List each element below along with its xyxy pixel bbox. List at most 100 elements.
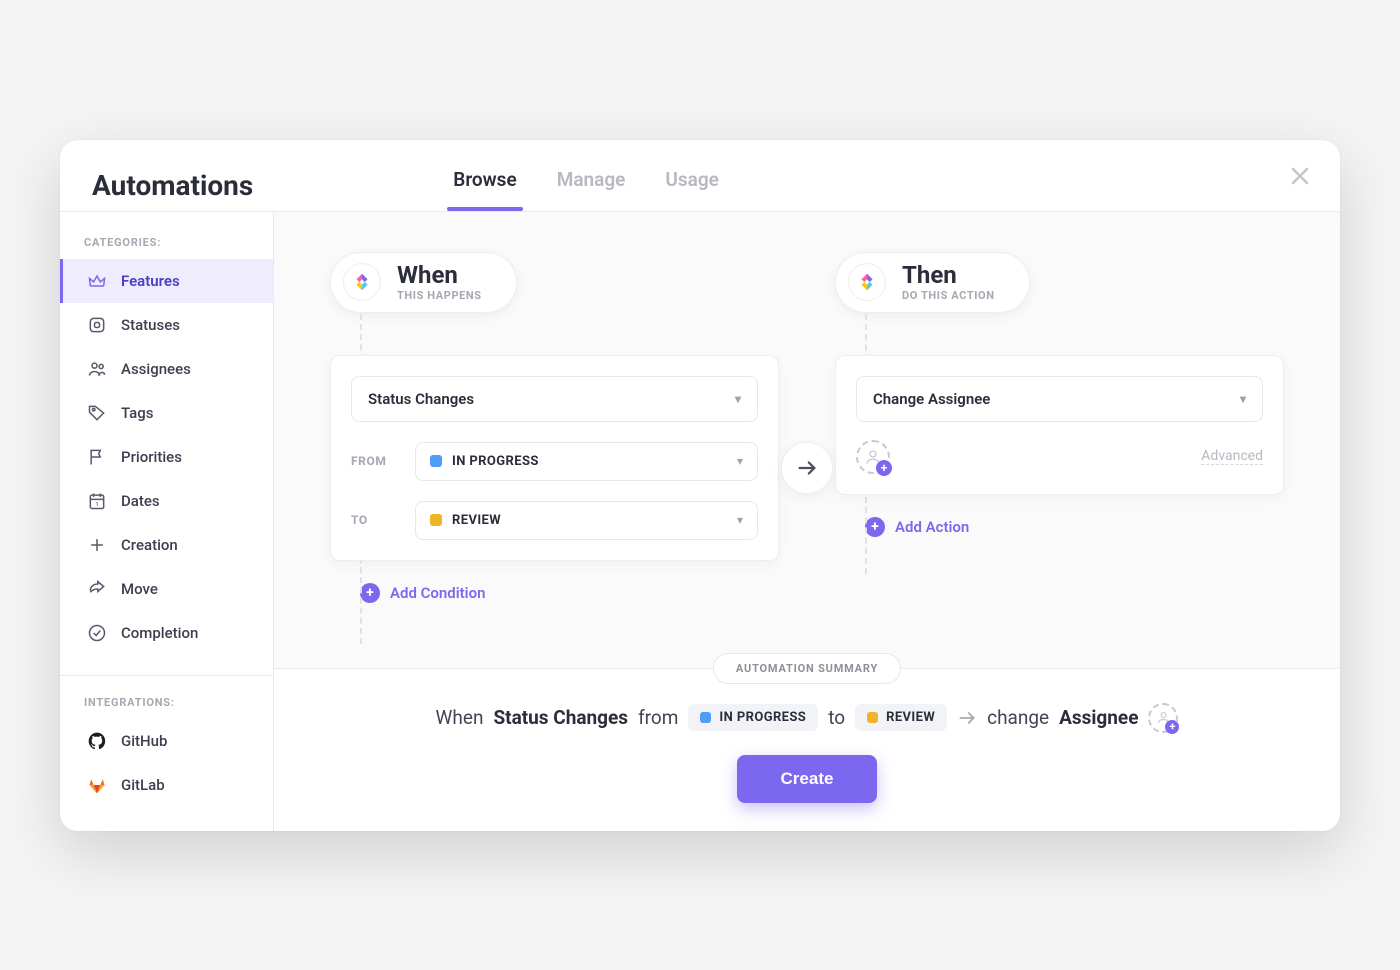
page-title: Automations	[92, 169, 253, 202]
check-circle-icon	[87, 623, 107, 643]
sidebar-item-label: Creation	[121, 536, 178, 554]
sidebar-section-categories: CATEGORIES:	[60, 236, 273, 259]
logo-icon	[343, 263, 381, 301]
when-card: Status Changes ▾ FROM IN PROGRESS ▾	[330, 355, 779, 561]
sidebar-item-features[interactable]: Features	[60, 259, 273, 303]
tab-manage[interactable]: Manage	[557, 160, 626, 211]
to-label: TO	[351, 513, 397, 527]
to-status-value: REVIEW	[452, 513, 501, 528]
close-button[interactable]	[1288, 164, 1312, 188]
summary-line: When Status Changes from IN PROGRESS to …	[314, 703, 1300, 733]
chevron-down-icon: ▾	[735, 392, 741, 406]
summary-text: to	[828, 706, 845, 729]
arrow-divider	[781, 442, 833, 494]
sidebar-item-assignees[interactable]: Assignees	[60, 347, 273, 391]
sidebar-item-gitlab[interactable]: GitLab	[60, 763, 273, 807]
summary-badge: AUTOMATION SUMMARY	[713, 653, 901, 684]
crown-icon	[87, 271, 107, 291]
sidebar-item-priorities[interactable]: Priorities	[60, 435, 273, 479]
sidebar-item-statuses[interactable]: Statuses	[60, 303, 273, 347]
automation-builder: When THIS HAPPENS Status Changes ▾ FROM	[274, 212, 1340, 668]
summary-to-status: REVIEW	[886, 710, 935, 725]
trigger-select[interactable]: Status Changes ▾	[351, 376, 758, 422]
trigger-value: Status Changes	[368, 390, 474, 408]
advanced-link[interactable]: Advanced	[1201, 448, 1263, 465]
when-pill: When THIS HAPPENS	[330, 252, 517, 313]
person-icon	[864, 448, 882, 466]
add-assignee-button[interactable]	[856, 440, 890, 474]
calendar-icon: 1	[87, 491, 107, 511]
summary-text: from	[638, 706, 678, 729]
sidebar-item-dates[interactable]: 1 Dates	[60, 479, 273, 523]
sidebar-divider	[60, 675, 273, 676]
chevron-down-icon: ▾	[737, 513, 743, 527]
sidebar-item-label: Priorities	[121, 448, 182, 466]
svg-text:1: 1	[95, 502, 98, 508]
to-status-select[interactable]: REVIEW ▾	[415, 501, 758, 540]
status-icon	[87, 315, 107, 335]
person-icon	[1156, 710, 1171, 725]
arrow-right-icon	[957, 708, 977, 728]
then-subtitle: DO THIS ACTION	[902, 289, 995, 302]
sidebar-item-label: Completion	[121, 624, 198, 642]
sidebar-item-label: Tags	[121, 404, 153, 422]
gitlab-icon	[87, 775, 107, 795]
arrow-right-icon	[796, 457, 818, 479]
sidebar-item-label: Move	[121, 580, 158, 598]
from-label: FROM	[351, 454, 397, 468]
status-dot	[867, 712, 878, 723]
status-dot	[430, 455, 442, 467]
close-icon	[1288, 164, 1312, 188]
when-title: When	[397, 263, 482, 287]
share-icon	[87, 579, 107, 599]
people-icon	[87, 359, 107, 379]
status-dot	[430, 514, 442, 526]
action-select[interactable]: Change Assignee ▾	[856, 376, 1263, 422]
sidebar-item-github[interactable]: GitHub	[60, 719, 273, 763]
sidebar-item-move[interactable]: Move	[60, 567, 273, 611]
summary-text: change	[987, 706, 1049, 729]
chevron-down-icon: ▾	[737, 454, 743, 468]
then-pill: Then DO THIS ACTION	[835, 252, 1030, 313]
summary-from-status: IN PROGRESS	[719, 710, 806, 725]
summary-chip-from: IN PROGRESS	[688, 704, 818, 731]
create-button[interactable]: Create	[737, 755, 878, 803]
github-icon	[87, 731, 107, 751]
sidebar-item-tags[interactable]: Tags	[60, 391, 273, 435]
add-condition-label: Add Condition	[390, 584, 485, 602]
sidebar: CATEGORIES: Features Statuses Assignees …	[60, 212, 274, 831]
then-title: Then	[902, 263, 995, 287]
add-condition-button[interactable]: + Add Condition	[360, 583, 485, 603]
then-column: Then DO THIS ACTION Change Assignee ▾	[779, 252, 1284, 628]
from-status-select[interactable]: IN PROGRESS ▾	[415, 442, 758, 481]
tab-browse[interactable]: Browse	[453, 160, 516, 211]
sidebar-item-label: GitLab	[121, 776, 165, 794]
sidebar-item-completion[interactable]: Completion	[60, 611, 273, 655]
add-action-label: Add Action	[895, 518, 969, 536]
summary-chip-to: REVIEW	[855, 704, 947, 731]
chevron-down-icon: ▾	[1240, 392, 1246, 406]
tab-usage[interactable]: Usage	[665, 160, 718, 211]
summary-text: When	[436, 706, 484, 729]
action-value: Change Assignee	[873, 390, 990, 408]
sidebar-item-label: Features	[121, 272, 180, 290]
logo-icon	[848, 263, 886, 301]
sidebar-item-creation[interactable]: Creation	[60, 523, 273, 567]
from-row: FROM IN PROGRESS ▾	[351, 442, 758, 481]
add-action-button[interactable]: + Add Action	[865, 517, 969, 537]
tag-icon	[87, 403, 107, 423]
when-column: When THIS HAPPENS Status Changes ▾ FROM	[330, 252, 779, 628]
plus-icon	[87, 535, 107, 555]
modal-body: CATEGORIES: Features Statuses Assignees …	[60, 212, 1340, 831]
from-status-value: IN PROGRESS	[452, 454, 539, 469]
sidebar-item-label: GitHub	[121, 732, 167, 750]
summary-text: Status Changes	[493, 706, 628, 729]
sidebar-section-integrations: INTEGRATIONS:	[60, 696, 273, 719]
status-dot	[700, 712, 711, 723]
to-row: TO REVIEW ▾	[351, 501, 758, 540]
summary-section: AUTOMATION SUMMARY When Status Changes f…	[274, 668, 1340, 831]
modal-header: Automations Browse Manage Usage	[60, 140, 1340, 212]
when-subtitle: THIS HAPPENS	[397, 289, 482, 302]
summary-assignee-icon[interactable]	[1148, 703, 1178, 733]
sidebar-item-label: Dates	[121, 492, 160, 510]
